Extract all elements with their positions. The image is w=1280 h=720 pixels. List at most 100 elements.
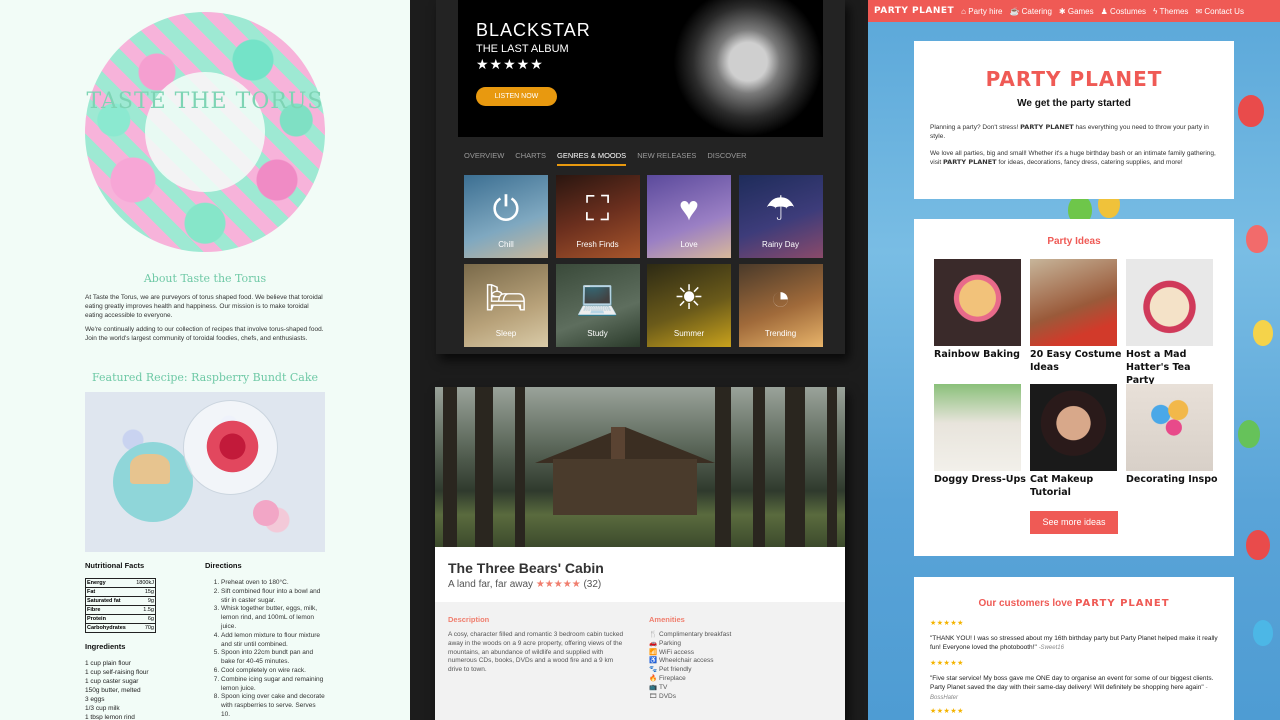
idea-image[interactable] xyxy=(1030,259,1117,346)
idea-image[interactable] xyxy=(1126,259,1213,346)
intro-paragraph-2: We love all parties, big and small! Whet… xyxy=(930,150,1216,166)
review-author: -Sweet16 xyxy=(1038,645,1064,651)
nutrition-label: Fibre xyxy=(85,605,133,615)
album-banner[interactable]: BLACKSTAR THE LAST ALBUM ★★★★★ LISTEN NO… xyxy=(458,0,823,137)
tab-genres-moods[interactable]: GENRES & MOODS xyxy=(557,151,627,166)
nav-brand-logo[interactable]: PARTY PLANET xyxy=(874,6,954,16)
mood-tile-label: Sleep xyxy=(495,329,517,338)
nutrition-value: 9g xyxy=(132,596,156,606)
nav-item-catering[interactable]: ☕ Catering xyxy=(1009,7,1051,16)
idea-image[interactable] xyxy=(934,259,1021,346)
hero-tagline: We get the party started xyxy=(1017,98,1131,109)
cabin-listing: The Three Bears' Cabin A land far, far a… xyxy=(435,387,845,720)
tab-discover[interactable]: DISCOVER xyxy=(707,151,746,166)
film-icon: 🎞 xyxy=(649,692,658,700)
listen-now-button[interactable]: LISTEN NOW xyxy=(476,87,557,106)
direction-step: Preheat oven to 180°C. xyxy=(221,579,325,588)
puzzle-icon: ✱ xyxy=(1058,6,1068,16)
rating-stars: ★★★★★ xyxy=(535,579,581,590)
direction-step: Cool completely on wire rack. xyxy=(221,667,325,676)
amenity-item: ♿ Wheelchair access xyxy=(649,657,731,666)
ideas-heading: Party Ideas xyxy=(1047,236,1101,247)
artist-portrait xyxy=(673,0,823,137)
idea-image[interactable] xyxy=(934,384,1021,471)
mood-tile-label: Fresh Finds xyxy=(576,240,619,249)
cabin-photo xyxy=(435,387,845,547)
nutrition-value: 1.5g xyxy=(132,605,156,615)
direction-step: Sift combined flour into a bowl and stir… xyxy=(221,588,325,606)
ingredient-item: 1 tbsp lemon rind xyxy=(85,714,135,720)
bed-icon: 🛏 xyxy=(484,279,528,317)
tab-overview[interactable]: OVERVIEW xyxy=(464,151,504,166)
album-subtitle: THE LAST ALBUM xyxy=(476,43,569,55)
direction-step: Add lemon mixture to flour mixture and s… xyxy=(221,632,325,650)
nav-item-party-hire[interactable]: ⌂ Party hire xyxy=(961,7,1002,16)
mood-tile-label: Summer xyxy=(673,329,705,338)
idea-image[interactable] xyxy=(1126,384,1213,471)
idea-caption-link[interactable]: Host a Mad Hatter's Tea Party xyxy=(1126,348,1218,387)
nav-item-contact-us[interactable]: ✉ Contact Us xyxy=(1195,7,1244,16)
nutrition-label: Protein xyxy=(85,614,133,624)
mood-tile-love[interactable]: ♥ Love xyxy=(647,175,731,258)
idea-caption-link[interactable]: 20 Easy Costume Ideas xyxy=(1030,348,1122,374)
tv-icon: 📺 xyxy=(649,683,658,691)
directions-title: Directions xyxy=(205,561,242,570)
nav-item-costumes[interactable]: ♟ Costumes xyxy=(1101,7,1146,16)
listing-title: The Three Bears' Cabin xyxy=(448,560,604,576)
nutrition-label: Carbohydrates xyxy=(85,623,133,633)
nutrition-value: 1800kJ xyxy=(132,578,156,588)
donut-hero-image xyxy=(85,12,325,252)
listing-header: The Three Bears' Cabin A land far, far a… xyxy=(435,547,845,602)
rating-count: (32) xyxy=(583,579,602,590)
see-more-ideas-button[interactable]: See more ideas xyxy=(1030,511,1118,534)
nav-item-themes[interactable]: ϟ Themes xyxy=(1153,7,1188,16)
ingredient-item: 1 cup plain flour xyxy=(85,660,131,667)
music-tabs: OVERVIEW CHARTS GENRES & MOODS NEW RELEASES… xyxy=(464,151,747,166)
album-title: BLACKSTAR xyxy=(476,20,591,40)
nav-item-games[interactable]: ✱ Games xyxy=(1059,7,1094,16)
nav-item-label: Costumes xyxy=(1110,6,1147,16)
mood-tile-summer[interactable]: ☀ Summer xyxy=(647,264,731,347)
nutrition-label: Saturated fat xyxy=(85,596,133,606)
nutrition-row: Fibre 1.5g xyxy=(85,605,156,615)
nutrition-title: Nutritional Facts xyxy=(85,561,145,570)
amenity-label: Parking xyxy=(659,639,682,647)
idea-caption-link[interactable]: Doggy Dress-Ups xyxy=(934,473,1026,486)
review-stars: ★★★★★ xyxy=(930,708,964,715)
amenities-title: Amenities xyxy=(649,615,685,624)
bundt-cake-image xyxy=(85,392,325,552)
ingredient-item: 150g butter, melted xyxy=(85,687,141,694)
review-text: "Five star service! My boss gave me ONE … xyxy=(930,674,1220,703)
binoculars-icon: ⛶ xyxy=(585,190,610,228)
amenity-item: 🐾 Pet friendly xyxy=(649,666,731,675)
idea-caption-link[interactable]: Decorating Inspo xyxy=(1126,473,1218,486)
amenity-item: 🍴 Complimentary breakfast xyxy=(649,631,731,640)
idea-caption-link[interactable]: Cat Makeup Tutorial xyxy=(1030,473,1122,499)
nav-item-label: Party hire xyxy=(968,6,1003,16)
description-title: Description xyxy=(448,615,490,624)
amenity-label: Wheelchair access xyxy=(659,657,714,665)
amenity-label: Pet friendly xyxy=(659,666,692,674)
idea-caption-link[interactable]: Rainbow Baking xyxy=(934,348,1026,361)
mood-tile-trending[interactable]: ◔ Trending xyxy=(738,264,823,347)
amenity-item: 🚗 Parking xyxy=(649,640,731,649)
description-text: A cosy, character filled and romantic 3 … xyxy=(448,631,624,674)
gauge-icon: ◔ xyxy=(770,279,791,317)
idea-image[interactable] xyxy=(1030,384,1117,471)
mood-tile-study[interactable]: 💻 Study xyxy=(555,264,640,347)
mood-tile-fresh-finds[interactable]: ⛶ Fresh Finds xyxy=(555,175,640,258)
nutrition-value: 6g xyxy=(132,614,156,624)
tab-charts[interactable]: CHARTS xyxy=(515,151,546,166)
mood-tile-chill[interactable]: ⏻ Chill xyxy=(464,175,548,258)
mood-tile-label: Trending xyxy=(764,329,797,338)
cake-icon: ☕ xyxy=(1009,6,1022,16)
mood-tile-sleep[interactable]: 🛏 Sleep xyxy=(464,264,548,347)
nav-item-label: Games xyxy=(1067,6,1094,16)
direction-step: Combine icing sugar and remaining lemon … xyxy=(221,676,325,694)
music-app: BLACKSTAR THE LAST ALBUM ★★★★★ LISTEN NO… xyxy=(436,0,845,354)
tab-new-releases[interactable]: NEW RELEASES xyxy=(637,151,696,166)
direction-step: Whisk together butter, eggs, milk, lemon… xyxy=(221,605,325,631)
mood-tile-rainy-day[interactable]: ☂ Rainy Day xyxy=(738,175,823,258)
nutrition-value: 70g xyxy=(132,623,156,633)
amenity-label: Complimentary breakfast xyxy=(659,631,732,638)
